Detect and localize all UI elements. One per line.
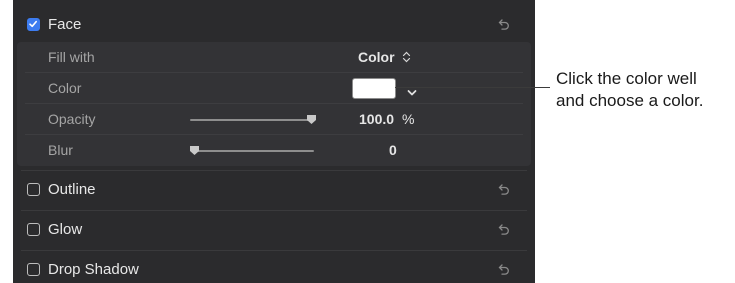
reset-outline-icon[interactable] [497,182,511,196]
face-checkbox[interactable] [27,17,40,31]
blur-value[interactable]: 0 [389,142,397,158]
face-title: Face [48,15,82,33]
face-properties: Fill with Color Color Opacity 100.0 % Bl… [17,42,531,166]
glow-checkbox[interactable] [27,222,40,236]
updown-chevron-icon [403,51,411,63]
opacity-label: Opacity [48,111,96,127]
drop-shadow-checkbox[interactable] [27,262,40,276]
reset-drop-shadow-icon[interactable] [497,262,511,276]
drop-shadow-title: Drop Shadow [48,260,139,278]
outline-checkbox[interactable] [27,182,40,196]
outline-section-header[interactable]: Outline [13,169,535,209]
color-row: Color [17,73,531,104]
fill-with-label: Fill with [48,49,95,65]
opacity-number: 100.0 [359,111,395,127]
reset-glow-icon[interactable] [497,222,511,236]
glow-title: Glow [48,220,83,238]
opacity-value[interactable]: 100.0 % [359,111,414,127]
blur-row: Blur 0 [17,135,531,166]
callout-line-2: and choose a color. [556,91,704,110]
callout-leader-line [395,87,550,88]
opacity-unit: % [401,111,415,127]
callout-text: Click the color well and choose a color. [556,68,735,112]
outline-title: Outline [48,180,96,198]
glow-section-header[interactable]: Glow [13,209,535,249]
fill-with-popup[interactable]: Color [358,49,411,65]
blur-label: Blur [48,142,73,158]
color-label: Color [48,80,82,96]
blur-slider-thumb[interactable] [189,145,200,156]
opacity-slider-thumb[interactable] [306,114,317,125]
opacity-slider-track[interactable] [190,119,314,121]
face-section-header[interactable]: Face [13,4,535,44]
text-inspector-panel: Face Fill with Color Color Opacity 100.0… [13,0,535,283]
color-well[interactable] [352,78,396,99]
fill-with-row: Fill with Color [17,42,531,73]
blur-slider-track[interactable] [197,150,314,152]
opacity-row: Opacity 100.0 % [17,104,531,135]
callout-line-1: Click the color well [556,69,697,88]
drop-shadow-section-header[interactable]: Drop Shadow [13,249,535,283]
fill-with-value: Color [358,49,395,65]
reset-face-icon[interactable] [497,17,511,31]
checkmark-icon [29,20,37,27]
